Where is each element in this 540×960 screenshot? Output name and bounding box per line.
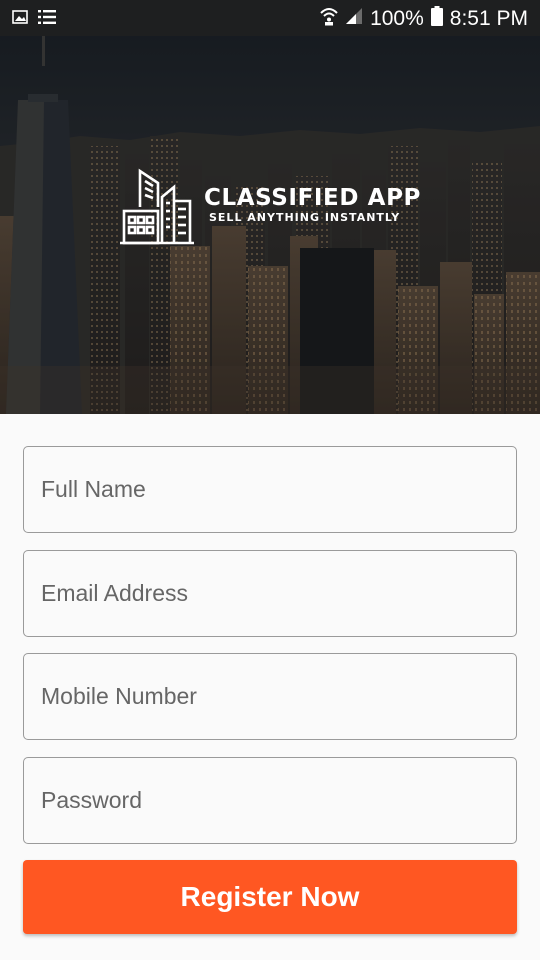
status-bar: 100% 8:51 PM — [0, 0, 540, 36]
email-field[interactable] — [23, 550, 517, 637]
clock: 8:51 PM — [449, 7, 528, 30]
full-name-field[interactable] — [23, 446, 517, 533]
password-field[interactable] — [23, 757, 517, 844]
password-input[interactable] — [24, 758, 516, 843]
brand: CLASSIFIED APP SELL ANYTHING INSTANTLY — [118, 168, 421, 248]
mobile-number-input[interactable] — [24, 654, 516, 739]
signal-icon — [345, 7, 363, 31]
register-button[interactable]: Register Now — [23, 860, 517, 934]
status-bar-notifications — [12, 9, 56, 30]
status-bar-system: 100% 8:51 PM — [320, 6, 528, 32]
email-input[interactable] — [24, 551, 516, 636]
list-icon — [38, 9, 56, 30]
mobile-number-field[interactable] — [23, 653, 517, 740]
wifi-icon — [320, 6, 338, 32]
image-icon — [12, 10, 28, 29]
app-tagline: SELL ANYTHING INSTANTLY — [209, 211, 401, 224]
app-name: CLASSIFIED APP — [204, 185, 421, 211]
hero-banner: CLASSIFIED APP SELL ANYTHING INSTANTLY — [0, 36, 540, 414]
full-name-input[interactable] — [24, 447, 516, 532]
battery-percentage: 100% — [370, 7, 424, 30]
registration-form: Register Now — [0, 414, 540, 960]
city-buildings-icon — [118, 167, 196, 250]
battery-icon — [430, 6, 443, 32]
